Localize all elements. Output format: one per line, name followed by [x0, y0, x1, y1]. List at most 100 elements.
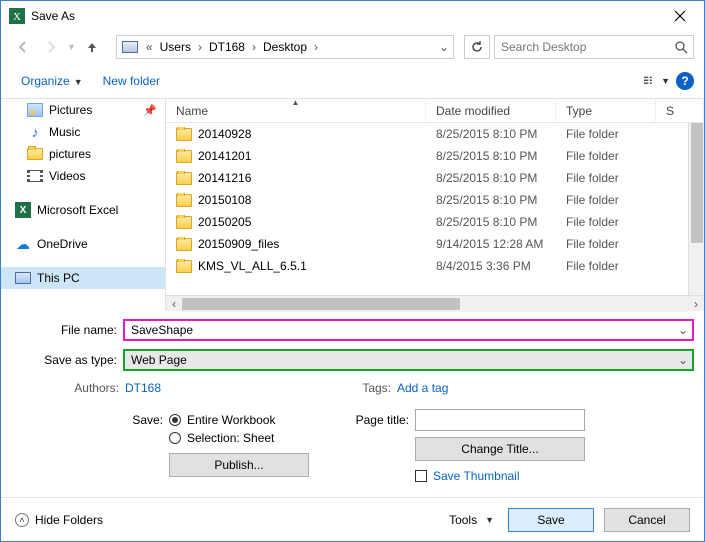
chevron-icon[interactable]: › — [249, 40, 259, 54]
breadcrumb-seg[interactable]: Users — [156, 36, 195, 58]
filename-label: File name: — [11, 323, 123, 337]
save-as-dialog: X Save As ▼ « Users › DT168 › Desktop › … — [0, 0, 705, 542]
chevron-down-icon: ▼ — [485, 515, 494, 525]
change-title-button[interactable]: Change Title... — [415, 437, 585, 461]
table-row[interactable]: 201501088/25/2015 8:10 PMFile folder — [166, 189, 704, 211]
chevron-down-icon[interactable]: ⌄ — [674, 353, 692, 367]
file-date: 8/25/2015 8:10 PM — [426, 193, 556, 207]
file-list-header: ▲ Name Date modified Type S — [166, 99, 704, 123]
vertical-scrollbar[interactable] — [688, 123, 704, 295]
chevron-up-icon: ˄ — [15, 513, 29, 527]
folder-icon — [176, 150, 192, 163]
chevron-icon[interactable]: › — [311, 40, 321, 54]
authors-value[interactable]: DT168 — [125, 381, 161, 395]
radio-selection-sheet[interactable]: Selection: Sheet — [169, 431, 339, 445]
table-row[interactable]: 201502058/25/2015 8:10 PMFile folder — [166, 211, 704, 233]
filename-input[interactable] — [125, 323, 674, 337]
chevron-icon[interactable]: « — [143, 40, 156, 54]
file-name: KMS_VL_ALL_6.5.1 — [198, 259, 307, 273]
sidebar-item-videos[interactable]: Videos — [1, 165, 165, 187]
file-name: 20150909_files — [198, 237, 279, 251]
save-thumbnail-label[interactable]: Save Thumbnail — [433, 469, 520, 483]
search-icon[interactable] — [669, 40, 693, 54]
form-area: File name: ⌄ Save as type: Web Page ⌄ Au… — [1, 311, 704, 497]
table-row[interactable]: 201412168/25/2015 8:10 PMFile folder — [166, 167, 704, 189]
publish-button[interactable]: Publish... — [169, 453, 309, 477]
sidebar-item-label: Pictures — [49, 103, 92, 117]
forward-button[interactable] — [39, 35, 63, 59]
column-header-type[interactable]: Type — [556, 99, 656, 122]
sidebar-item-pictures[interactable]: Pictures 📌 — [1, 99, 165, 121]
sidebar-item-pictures-folder[interactable]: pictures — [1, 143, 165, 165]
table-row[interactable]: 20141201 8/25/2015 8:10 PMFile folder — [166, 145, 704, 167]
pagetitle-input[interactable] — [415, 409, 585, 431]
breadcrumb-dropdown-icon[interactable]: ⌄ — [435, 40, 453, 54]
file-name: 20141201 — [198, 149, 251, 163]
sidebar: Pictures 📌 ♪ Music pictures Videos X Mic… — [1, 99, 166, 311]
column-header-date[interactable]: Date modified — [426, 99, 556, 122]
save-button[interactable]: Save — [508, 508, 594, 532]
saveastype-value: Web Page — [125, 353, 674, 367]
file-type: File folder — [556, 171, 656, 185]
videos-icon — [27, 168, 43, 184]
file-date: 9/14/2015 12:28 AM — [426, 237, 556, 251]
search-box[interactable] — [494, 35, 694, 59]
table-row[interactable]: KMS_VL_ALL_6.5.18/4/2015 3:36 PMFile fol… — [166, 255, 704, 277]
titlebar: X Save As — [1, 1, 704, 31]
file-date: 8/25/2015 8:10 PM — [426, 215, 556, 229]
tools-menu[interactable]: Tools ▼ — [449, 513, 494, 527]
window-title: Save As — [31, 9, 660, 23]
view-options-button[interactable]: ▼ — [644, 69, 670, 93]
tags-label: Tags: — [311, 381, 391, 395]
help-button[interactable]: ? — [676, 72, 694, 90]
breadcrumb-seg[interactable]: Desktop — [259, 36, 311, 58]
pin-icon[interactable]: 📌 — [143, 104, 157, 117]
chevron-icon[interactable]: › — [195, 40, 205, 54]
save-thumbnail-checkbox[interactable] — [415, 470, 427, 482]
scroll-left-icon[interactable]: ‹ — [166, 297, 182, 311]
sidebar-item-onedrive[interactable]: ☁ OneDrive — [1, 233, 165, 255]
sidebar-item-thispc[interactable]: This PC — [1, 267, 165, 289]
scroll-right-icon[interactable]: › — [688, 297, 704, 311]
tags-value[interactable]: Add a tag — [397, 381, 448, 395]
column-header-name[interactable]: ▲ Name — [166, 99, 426, 122]
folder-icon — [27, 146, 43, 162]
file-type: File folder — [556, 149, 656, 163]
close-button[interactable] — [660, 2, 700, 30]
cancel-button[interactable]: Cancel — [604, 508, 690, 532]
chevron-down-icon[interactable]: ⌄ — [674, 323, 692, 337]
radio-entire-workbook[interactable]: Save: Entire Workbook — [129, 413, 339, 427]
up-button[interactable] — [80, 35, 104, 59]
sidebar-item-label: Music — [49, 125, 80, 139]
file-date: 8/25/2015 8:10 PM — [426, 149, 556, 163]
sidebar-item-excel[interactable]: X Microsoft Excel — [1, 199, 165, 221]
file-name: 20140928 — [198, 127, 251, 141]
sort-asc-icon: ▲ — [292, 98, 300, 107]
breadcrumb-bar[interactable]: « Users › DT168 › Desktop › ⌄ — [116, 35, 454, 59]
organize-menu[interactable]: Organize▼ — [11, 70, 93, 92]
saveastype-label: Save as type: — [11, 353, 123, 367]
breadcrumb-seg[interactable]: DT168 — [205, 36, 249, 58]
radio-label: Entire Workbook — [187, 413, 275, 427]
file-type: File folder — [556, 237, 656, 251]
table-row[interactable]: 201409288/25/2015 8:10 PMFile folder — [166, 123, 704, 145]
search-input[interactable] — [495, 40, 669, 54]
filename-combobox[interactable]: ⌄ — [123, 319, 694, 341]
table-row[interactable]: 20150909_files 9/14/2015 12:28 AMFile fol… — [166, 233, 704, 255]
horizontal-scrollbar[interactable]: ‹ › — [166, 295, 704, 311]
chevron-down-icon: ▼ — [74, 77, 83, 87]
column-header-size[interactable]: S — [656, 99, 704, 122]
recent-dropdown-icon[interactable]: ▼ — [67, 42, 76, 52]
sidebar-item-music[interactable]: ♪ Music — [1, 121, 165, 143]
save-label: Save: — [129, 413, 163, 427]
toolbar: Organize▼ New folder ▼ ? — [1, 63, 704, 99]
file-date: 8/25/2015 8:10 PM — [426, 127, 556, 141]
folder-icon — [176, 172, 192, 185]
footer: ˄ Hide Folders Tools ▼ Save Cancel — [1, 497, 704, 541]
new-folder-button[interactable]: New folder — [93, 70, 170, 92]
back-button[interactable] — [11, 35, 35, 59]
music-icon: ♪ — [27, 124, 43, 140]
hide-folders-button[interactable]: ˄ Hide Folders — [15, 513, 103, 527]
saveastype-combobox[interactable]: Web Page ⌄ — [123, 349, 694, 371]
refresh-button[interactable] — [464, 35, 490, 59]
